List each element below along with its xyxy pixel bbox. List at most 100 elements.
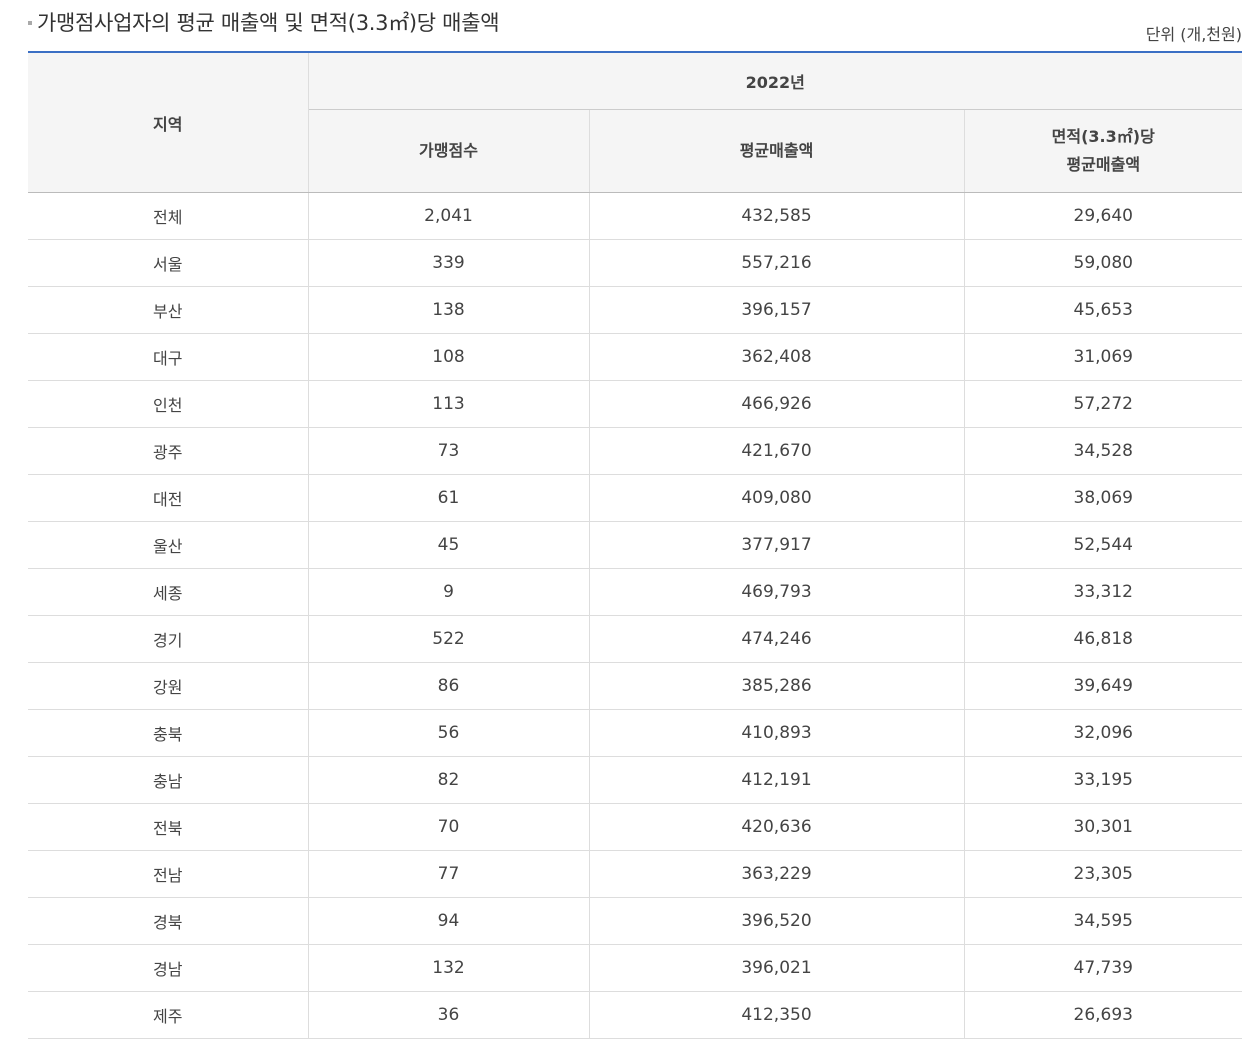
table-title-text: 가맹점사업자의 평균 매출액 및 면적(3.3㎡)당 매출액 <box>37 11 500 35</box>
cell-sales-per-area: 33,195 <box>964 756 1242 804</box>
table-row: 제주 36 412,350 26,693 <box>28 991 1242 1039</box>
cell-region: 세종 <box>28 568 309 616</box>
cell-sales-per-area: 52,544 <box>964 521 1242 569</box>
cell-sales-per-area: 59,080 <box>964 239 1242 287</box>
cell-franchise-count: 138 <box>308 286 590 334</box>
cell-average-sales: 396,157 <box>589 286 965 334</box>
table-row: 충북 56 410,893 32,096 <box>28 709 1242 757</box>
sales-table-container: 지역 2022년 가맹점수 평균매출액 면적(3.3㎡)당 평균매출액 전체 2,… <box>28 51 1242 1039</box>
cell-sales-per-area: 47,739 <box>964 944 1242 992</box>
header-region: 지역 <box>28 51 309 193</box>
cell-sales-per-area: 45,653 <box>964 286 1242 334</box>
cell-franchise-count: 73 <box>308 427 590 475</box>
header-franchise-count: 가맹점수 <box>308 109 590 193</box>
cell-sales-per-area: 38,069 <box>964 474 1242 522</box>
cell-sales-per-area: 30,301 <box>964 803 1242 851</box>
cell-region: 전북 <box>28 803 309 851</box>
table-row: 광주 73 421,670 34,528 <box>28 427 1242 475</box>
cell-average-sales: 421,670 <box>589 427 965 475</box>
cell-sales-per-area: 57,272 <box>964 380 1242 428</box>
header-sales-per-area-line2: 평균매출액 <box>1066 155 1141 174</box>
table-body: 전체 2,041 432,585 29,640 서울 339 557,216 59,080 부산… <box>28 192 1242 1039</box>
cell-average-sales: 420,636 <box>589 803 965 851</box>
table-row: 경북 94 396,520 34,595 <box>28 897 1242 945</box>
cell-region: 광주 <box>28 427 309 475</box>
header-sales-per-area-line1: 면적(3.3㎡)당 <box>1051 127 1155 146</box>
cell-region: 충북 <box>28 709 309 757</box>
cell-region: 전체 <box>28 192 309 240</box>
table-header: 지역 2022년 가맹점수 평균매출액 면적(3.3㎡)당 평균매출액 <box>28 51 1242 193</box>
cell-sales-per-area: 39,649 <box>964 662 1242 710</box>
cell-sales-per-area: 31,069 <box>964 333 1242 381</box>
cell-sales-per-area: 23,305 <box>964 850 1242 898</box>
cell-sales-per-area: 29,640 <box>964 192 1242 240</box>
table-row: 전북 70 420,636 30,301 <box>28 803 1242 851</box>
cell-sales-per-area: 33,312 <box>964 568 1242 616</box>
table-row: 충남 82 412,191 33,195 <box>28 756 1242 804</box>
cell-average-sales: 412,191 <box>589 756 965 804</box>
cell-region: 울산 <box>28 521 309 569</box>
cell-average-sales: 466,926 <box>589 380 965 428</box>
cell-franchise-count: 2,041 <box>308 192 590 240</box>
sales-table: 지역 2022년 가맹점수 평균매출액 면적(3.3㎡)당 평균매출액 전체 2,… <box>28 51 1242 1039</box>
table-row: 전체 2,041 432,585 29,640 <box>28 192 1242 240</box>
cell-franchise-count: 36 <box>308 991 590 1039</box>
table-row: 대구 108 362,408 31,069 <box>28 333 1242 381</box>
table-row: 세종 9 469,793 33,312 <box>28 568 1242 616</box>
header-sales-per-area: 면적(3.3㎡)당 평균매출액 <box>964 109 1242 193</box>
table-row: 서울 339 557,216 59,080 <box>28 239 1242 287</box>
cell-average-sales: 396,520 <box>589 897 965 945</box>
cell-franchise-count: 9 <box>308 568 590 616</box>
cell-region: 인천 <box>28 380 309 428</box>
header-average-sales: 평균매출액 <box>589 109 965 193</box>
cell-franchise-count: 108 <box>308 333 590 381</box>
cell-franchise-count: 86 <box>308 662 590 710</box>
cell-region: 대구 <box>28 333 309 381</box>
cell-region: 부산 <box>28 286 309 334</box>
cell-average-sales: 396,021 <box>589 944 965 992</box>
cell-region: 서울 <box>28 239 309 287</box>
cell-franchise-count: 132 <box>308 944 590 992</box>
cell-average-sales: 410,893 <box>589 709 965 757</box>
header-year: 2022년 <box>308 51 1242 110</box>
cell-sales-per-area: 34,595 <box>964 897 1242 945</box>
unit-label: 단위 (개,천원) <box>1145 25 1242 44</box>
cell-franchise-count: 339 <box>308 239 590 287</box>
bullet-icon <box>28 21 32 25</box>
cell-region: 충남 <box>28 756 309 804</box>
cell-sales-per-area: 46,818 <box>964 615 1242 663</box>
cell-region: 경북 <box>28 897 309 945</box>
cell-franchise-count: 522 <box>308 615 590 663</box>
table-row: 인천 113 466,926 57,272 <box>28 380 1242 428</box>
table-row: 부산 138 396,157 45,653 <box>28 286 1242 334</box>
cell-franchise-count: 45 <box>308 521 590 569</box>
cell-sales-per-area: 32,096 <box>964 709 1242 757</box>
table-row: 대전 61 409,080 38,069 <box>28 474 1242 522</box>
table-row: 경남 132 396,021 47,739 <box>28 944 1242 992</box>
cell-average-sales: 469,793 <box>589 568 965 616</box>
table-row: 울산 45 377,917 52,544 <box>28 521 1242 569</box>
cell-region: 강원 <box>28 662 309 710</box>
cell-average-sales: 385,286 <box>589 662 965 710</box>
cell-region: 경남 <box>28 944 309 992</box>
cell-franchise-count: 56 <box>308 709 590 757</box>
cell-average-sales: 557,216 <box>589 239 965 287</box>
cell-average-sales: 432,585 <box>589 192 965 240</box>
cell-average-sales: 409,080 <box>589 474 965 522</box>
cell-region: 제주 <box>28 991 309 1039</box>
cell-average-sales: 474,246 <box>589 615 965 663</box>
cell-franchise-count: 82 <box>308 756 590 804</box>
table-title: 가맹점사업자의 평균 매출액 및 면적(3.3㎡)당 매출액 <box>28 6 500 38</box>
cell-region: 경기 <box>28 615 309 663</box>
cell-average-sales: 377,917 <box>589 521 965 569</box>
cell-region: 전남 <box>28 850 309 898</box>
cell-average-sales: 362,408 <box>589 333 965 381</box>
table-row: 전남 77 363,229 23,305 <box>28 850 1242 898</box>
cell-franchise-count: 94 <box>308 897 590 945</box>
cell-average-sales: 363,229 <box>589 850 965 898</box>
cell-franchise-count: 113 <box>308 380 590 428</box>
cell-sales-per-area: 26,693 <box>964 991 1242 1039</box>
cell-average-sales: 412,350 <box>589 991 965 1039</box>
cell-sales-per-area: 34,528 <box>964 427 1242 475</box>
cell-franchise-count: 77 <box>308 850 590 898</box>
